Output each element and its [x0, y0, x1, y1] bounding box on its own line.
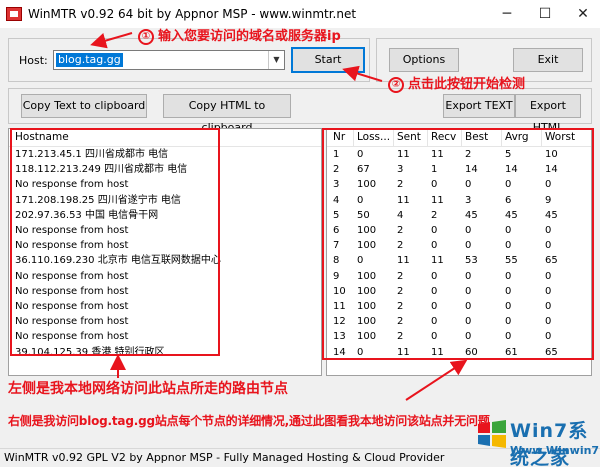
watermark-logo: Win7系统之家 Www.Winwin7.com [474, 412, 600, 467]
exit-button[interactable]: Exit [513, 48, 583, 72]
host-input[interactable]: blog.tag.gg ▼ [53, 50, 285, 70]
watermark-brand: Win7系统之家 [510, 420, 589, 467]
host-label: Host: [19, 54, 48, 67]
step2-number: ② [388, 77, 404, 93]
step1-annotation: ① 输入您要访问的域名或服务器ip [138, 25, 341, 45]
copy-text-button[interactable]: Copy Text to clipboard [21, 94, 147, 118]
maximize-icon[interactable]: ☐ [534, 4, 556, 24]
step1-number: ① [138, 29, 154, 45]
chevron-down-icon[interactable]: ▼ [268, 51, 284, 69]
window-title: WinMTR v0.92 64 bit by Appnor MSP - www.… [28, 7, 357, 21]
copy-html-button[interactable]: Copy HTML to clipboard [163, 94, 291, 134]
close-icon[interactable]: ✕ [572, 4, 594, 24]
options-button[interactable]: Options [389, 48, 459, 72]
watermark-url: Www.Winwin7.com [510, 444, 600, 457]
export-text-button[interactable]: Export TEXT [443, 94, 515, 118]
export-group: Copy Text to clipboard Copy HTML to clip… [8, 88, 592, 134]
left-note: 左侧是我本地网络访问此站点所走的路由节点 [8, 381, 288, 397]
step2-annotation: ② 点击此按钮开始检测 [388, 73, 525, 93]
start-button[interactable]: Start [291, 47, 365, 73]
step1-text: 输入您要访问的域名或服务器ip [158, 29, 341, 44]
hostname-highlight-box [10, 128, 220, 356]
export-html-button[interactable]: Export HTML [515, 94, 581, 134]
step2-text: 点击此按钮开始检测 [408, 77, 526, 92]
stats-highlight-box [322, 128, 594, 360]
windows-logo-icon [478, 420, 506, 448]
winmtr-app-icon [6, 7, 22, 21]
minimize-icon[interactable]: ─ [496, 4, 518, 24]
title-bar: WinMTR v0.92 64 bit by Appnor MSP - www.… [0, 0, 600, 28]
host-input-value: blog.tag.gg [56, 53, 123, 67]
right-note: 右侧是我访问blog.tag.gg站点每个节点的详细情况,通过此图看我本地访问该… [8, 414, 490, 428]
